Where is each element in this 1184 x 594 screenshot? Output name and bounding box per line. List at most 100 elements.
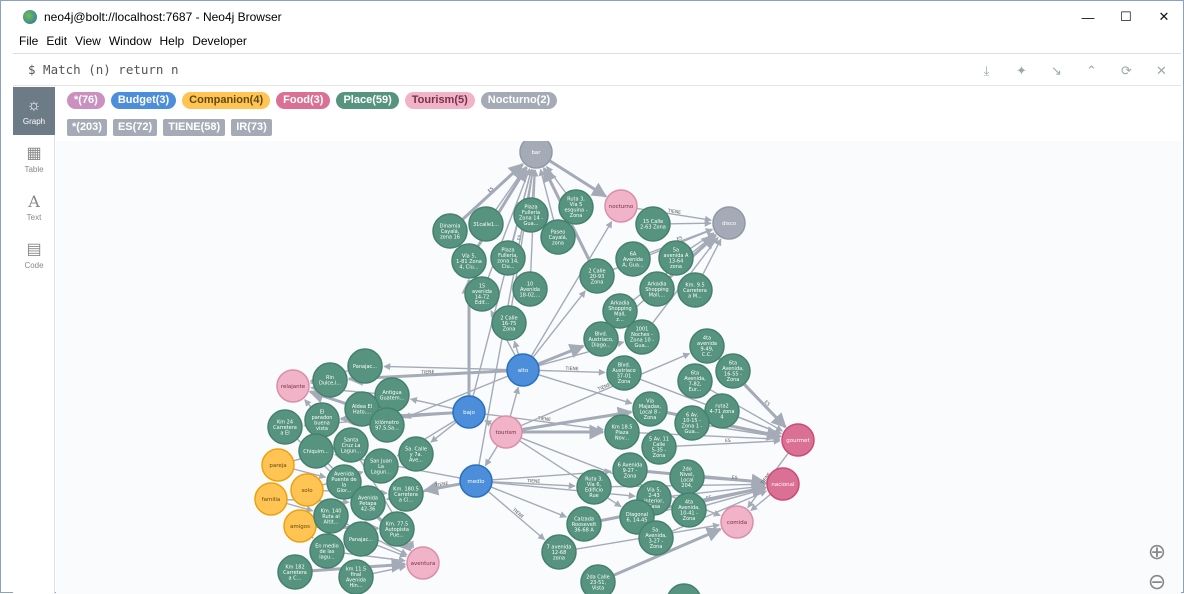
graph-node-place[interactable]: DinamiaCayalá,zona 16 [433, 214, 467, 248]
graph-node-place[interactable]: PaseoCayalá,zona [541, 220, 575, 254]
graph-node-place[interactable]: 7 avenida12-68zona [542, 535, 576, 569]
graph-node-place[interactable]: Km 24Carreteraa El [268, 410, 302, 444]
graph-node-place[interactable]: Ruta 3,Vía 6,EdificioRue [577, 470, 611, 504]
graph-node-place[interactable]: 2da Calle23-51,Vista [581, 565, 615, 594]
graph-node-place[interactable]: 6taAvenida,7-82,Eur... [678, 364, 712, 398]
relationship-edge[interactable] [514, 341, 518, 354]
graph-node-place[interactable]: VíaMajadas,Local 8 -Zona [633, 392, 667, 426]
graph-node-place[interactable]: 4taavenida9-49,C.C. [690, 329, 724, 363]
graph-node-place[interactable]: 31calle1... [469, 207, 503, 241]
graph-node-place[interactable]: San JuanLaLagun... [364, 449, 398, 483]
graph-node-place[interactable]: 15avenida14-72Edif... [465, 277, 499, 311]
relationship-edge[interactable] [485, 446, 497, 466]
rel-pill-ir[interactable]: IR(73) [231, 119, 272, 136]
relationship-edge[interactable] [510, 387, 518, 416]
menu-window[interactable]: Window [109, 34, 152, 52]
pin-icon[interactable]: ✦ [1004, 54, 1039, 87]
rel-pill-all[interactable]: *(203) [67, 119, 107, 136]
graph-node-place[interactable]: 5 Av. 11Calle5-35 -Zona [642, 430, 676, 464]
relationship-edge[interactable] [305, 400, 311, 407]
query-editor[interactable]: $ Match (n) return n ⤓ ✦ ↘ ⌃ ⟳ ✕ [13, 53, 1181, 86]
relationship-edge[interactable] [492, 483, 635, 497]
graph-node-place[interactable]: AntiguaGuatem... [375, 378, 409, 412]
relationship-edge[interactable] [491, 487, 566, 517]
graph-node-budget[interactable]: alto [507, 354, 539, 386]
graph-node-place[interactable]: 1001Noches -Zona 10 -Gua... [625, 320, 659, 354]
rel-pill-tiene[interactable]: TIENE(58) [163, 119, 225, 136]
graph-node-place[interactable]: PlazaFulleríaZona 14 -Gua... [514, 198, 548, 232]
graph-node-companion[interactable]: amigos [284, 510, 316, 542]
graph-node-place[interactable]: kilómetro97.5,Sa... [370, 408, 404, 442]
minimize-icon[interactable]: — [1069, 1, 1107, 33]
label-pill-place[interactable]: Place(59) [336, 92, 398, 109]
label-pill-tourism[interactable]: Tourism(5) [405, 92, 475, 109]
graph-node-place[interactable]: Elparadonbuenavista [305, 403, 339, 437]
graph-node-place[interactable]: ruta24-71 zona4 [705, 394, 739, 428]
code-view-button[interactable]: ▤ Code [13, 231, 55, 279]
relationship-edge[interactable] [670, 223, 711, 224]
graph-node-place[interactable]: 6taAvenida,16-55 -Zona [716, 354, 750, 388]
graph-node-place[interactable]: 5a.Avenida,3-27 -Zona [639, 521, 673, 555]
graph-node-place[interactable]: 2doNivel,Local204, [670, 460, 704, 494]
graph-node-place[interactable]: Panajac... [348, 349, 382, 383]
relationship-edge[interactable] [384, 366, 507, 369]
graph-node-place[interactable]: Panajac... [344, 522, 378, 556]
graph-view-button[interactable]: ☼ Graph [13, 87, 55, 135]
graph-node-place[interactable]: 6AAvenidaA, Gua... [616, 242, 650, 276]
graph-node-place[interactable]: 10Avenida18-02,... [513, 272, 547, 306]
relationship-edge[interactable] [431, 422, 457, 442]
text-view-button[interactable]: A Text [13, 183, 55, 231]
graph-node-place[interactable]: 4taAvenida,10-41 -Zona [672, 493, 706, 527]
graph-node-tourism[interactable]: tourism [490, 416, 522, 448]
graph-node-companion[interactable]: pareja [262, 449, 294, 481]
close-frame-icon[interactable]: ✕ [1144, 54, 1179, 87]
menu-help[interactable]: Help [160, 34, 185, 52]
graph-node-place[interactable]: Blvd.Austriaco,Diago... [584, 322, 618, 356]
graph-node-place[interactable]: 2 Calle20-93Zona [580, 259, 614, 293]
graph-node-place[interactable]: Km. 77.5AutopistaPue... [380, 512, 414, 546]
graph-node-budget[interactable]: bajo [453, 396, 485, 428]
graph-node-food[interactable]: gourmet [782, 424, 814, 456]
graph-node-place[interactable]: 6 Avenida9-27 -Zona [613, 453, 647, 487]
zoom-out-icon[interactable]: ⊖ [1143, 569, 1171, 594]
graph-node-nocturno[interactable]: disco [713, 207, 745, 239]
graph-node-place[interactable]: AvenidaPetapa42-36 [351, 486, 385, 520]
collapse-icon[interactable]: ↘ [1039, 54, 1074, 87]
graph-node-companion[interactable]: solo [291, 474, 323, 506]
graph-node-place[interactable]: 5a. Calley 7a.Ave... [399, 437, 433, 471]
label-pill-all[interactable]: *(76) [67, 92, 105, 109]
graph-node-place[interactable]: ArkadiaShoppingMall,... [640, 272, 674, 306]
graph-node-place[interactable]: Km. 180.5Carreteraa Ci... [389, 477, 423, 511]
menu-view[interactable]: View [75, 34, 101, 52]
zoom-in-icon[interactable]: ⊕ [1143, 539, 1171, 565]
graph-node-tourism[interactable]: nocturno [605, 190, 637, 222]
graph-node-place[interactable]: PlazaFullería,zona 14,Ciu... [491, 241, 525, 275]
table-view-button[interactable]: ▦ Table [13, 135, 55, 183]
graph-node-place[interactable]: Km 182Carreteraa C... [278, 555, 312, 589]
graph-node-place[interactable]: En mediode laslagu... [310, 534, 344, 568]
label-pill-nocturno[interactable]: Nocturno(2) [481, 92, 557, 109]
graph-node-place[interactable]: km 11.5finalAvenidaHin... [339, 560, 373, 594]
menu-developer[interactable]: Developer [192, 34, 247, 52]
graph-node-tourism[interactable]: comida [721, 506, 753, 538]
graph-node-tourism[interactable]: relajante [277, 370, 309, 402]
label-pill-companion[interactable]: Companion(4) [182, 92, 270, 109]
relationship-edge[interactable] [373, 567, 406, 574]
graph-node-place[interactable]: 2 Calle16-75Zona [492, 306, 526, 340]
menu-edit[interactable]: Edit [46, 34, 67, 52]
graph-node-place[interactable]: Km. 140Ruta alAltit... [314, 499, 348, 533]
download-icon[interactable]: ⤓ [969, 54, 1004, 87]
graph-svg[interactable]: ESESESESESESTIENETIENEESESESESESTIENEESE… [56, 141, 1181, 594]
graph-node-place[interactable]: Ruta 3,Vía 5esquina -Zona [559, 190, 593, 224]
label-pill-food[interactable]: Food(3) [276, 92, 330, 109]
menu-file[interactable]: File [19, 34, 38, 52]
graph-node-place[interactable]: SantaCruz LaLagun... [334, 428, 368, 462]
rel-pill-es[interactable]: ES(72) [113, 119, 157, 136]
graph-node-companion[interactable]: familia [255, 483, 287, 515]
chevron-up-icon[interactable]: ⌃ [1074, 54, 1109, 87]
graph-node-nocturno[interactable]: bar [520, 141, 552, 168]
close-icon[interactable]: ✕ [1145, 1, 1183, 33]
graph-node-place[interactable]: CalzadaRoosevelt36-68 A [567, 507, 601, 541]
graph-node-place[interactable]: Blvd.Austriaco37-01Zona [607, 356, 641, 390]
graph-node-tourism[interactable]: aventura [407, 547, 439, 579]
